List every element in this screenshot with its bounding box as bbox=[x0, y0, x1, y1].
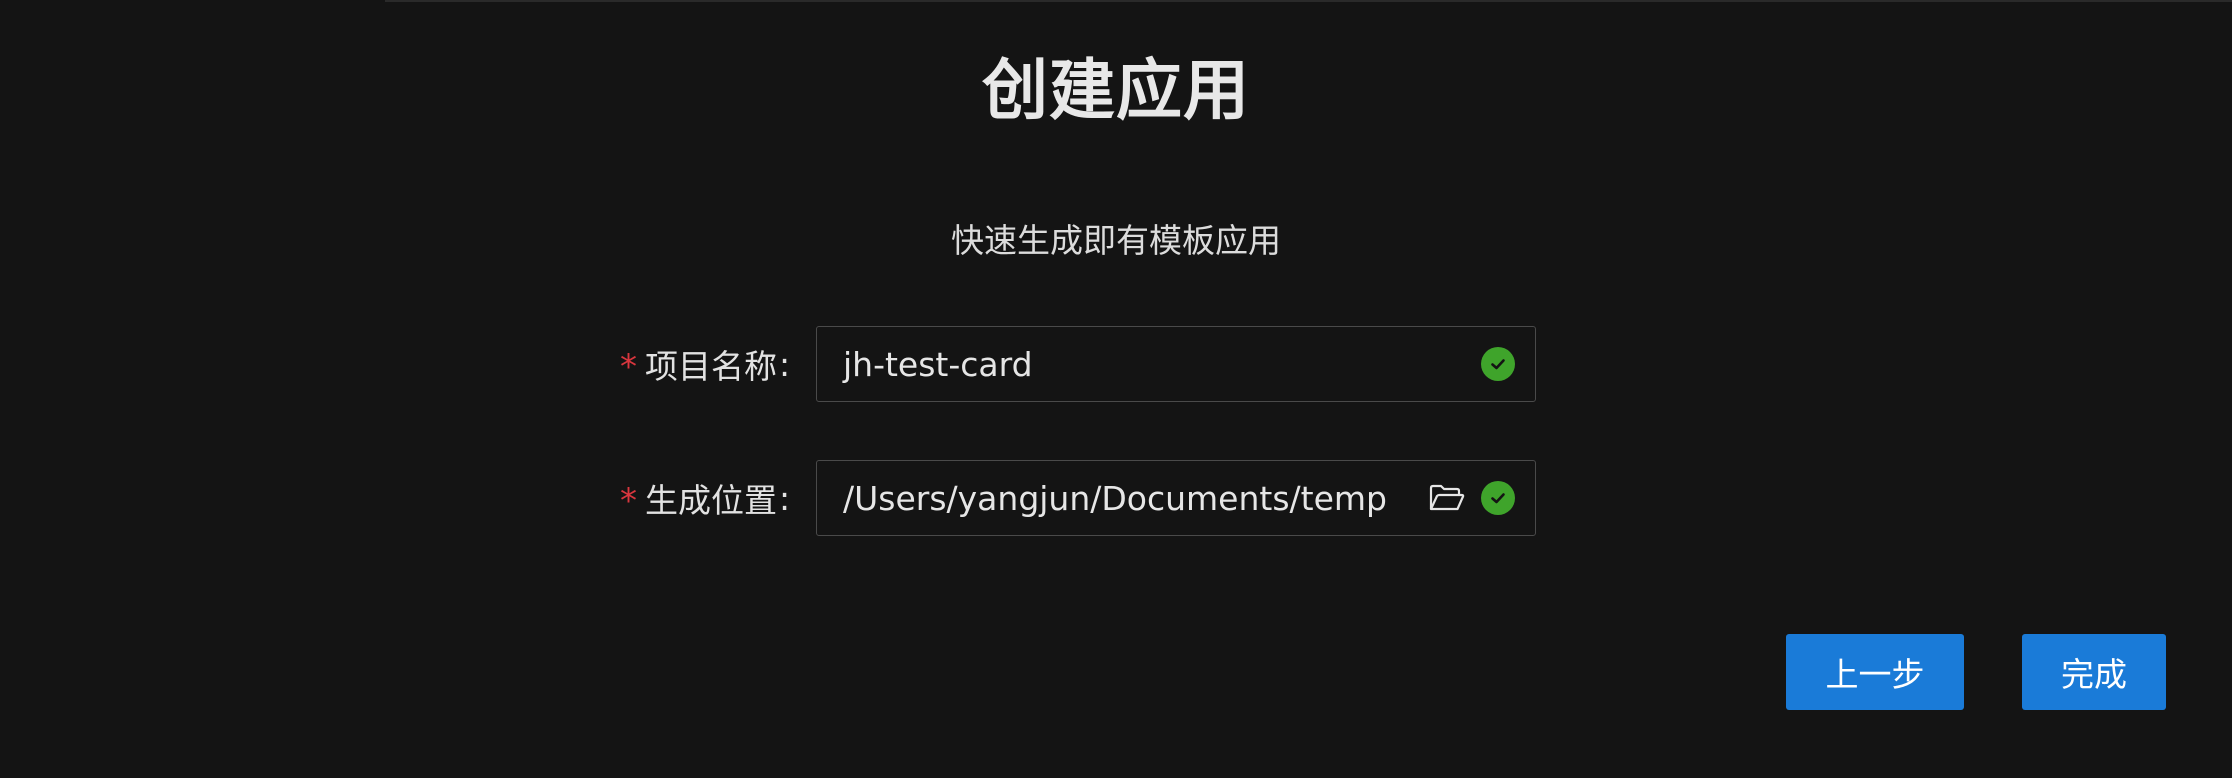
location-row: * 生成位置 : /Users/yangjun/Documents/temp bbox=[0, 460, 2232, 536]
project-name-icons bbox=[1481, 347, 1535, 381]
project-name-value[interactable]: jh-test-card bbox=[817, 345, 1481, 384]
project-name-row: * 项目名称 : jh-test-card bbox=[0, 326, 2232, 402]
project-name-input[interactable]: jh-test-card bbox=[816, 326, 1536, 402]
location-value[interactable]: /Users/yangjun/Documents/temp bbox=[817, 479, 1429, 518]
check-circle-icon bbox=[1481, 481, 1515, 515]
page-title: 创建应用 bbox=[982, 52, 1250, 129]
label-colon: : bbox=[779, 478, 791, 518]
label-colon: : bbox=[779, 344, 791, 384]
top-divider bbox=[385, 0, 2232, 2]
location-input[interactable]: /Users/yangjun/Documents/temp bbox=[816, 460, 1536, 536]
location-label-text: 生成位置 bbox=[645, 481, 777, 520]
location-label: * 生成位置 : bbox=[620, 460, 800, 536]
required-marker: * bbox=[620, 347, 637, 387]
project-name-label: * 项目名称 : bbox=[620, 326, 800, 402]
project-name-label-text: 项目名称 bbox=[645, 347, 777, 386]
finish-button[interactable]: 完成 bbox=[2022, 634, 2166, 710]
required-marker: * bbox=[620, 481, 637, 521]
page-subtitle: 快速生成即有模板应用 bbox=[951, 221, 1281, 260]
folder-open-icon[interactable] bbox=[1429, 483, 1465, 513]
previous-step-button[interactable]: 上一步 bbox=[1786, 634, 1964, 710]
create-app-page: 创建应用 快速生成即有模板应用 * 项目名称 : jh-test-card * … bbox=[0, 0, 2232, 778]
check-circle-icon bbox=[1481, 347, 1515, 381]
location-icons bbox=[1429, 481, 1535, 515]
